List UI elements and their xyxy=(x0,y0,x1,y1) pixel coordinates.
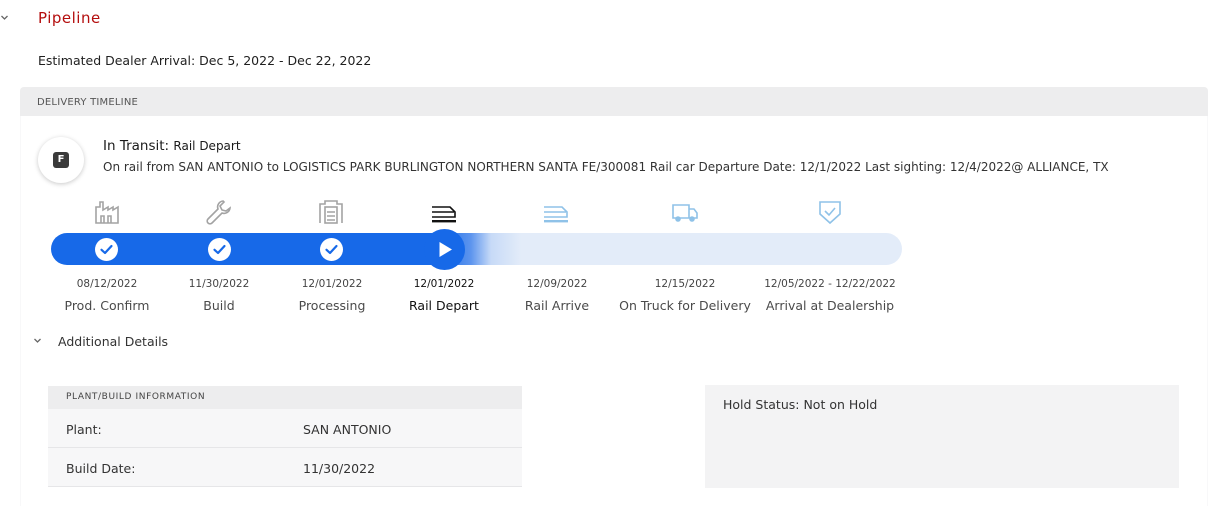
processing-icon xyxy=(317,198,345,226)
additional-details-toggle[interactable]: Additional Details xyxy=(58,334,168,349)
estimated-arrival: Estimated Dealer Arrival: Dec 5, 2022 - … xyxy=(38,53,372,68)
status-prefix: In Transit: xyxy=(103,138,170,154)
step-label: Arrival at Dealership xyxy=(765,298,895,313)
brand-logo-icon: F xyxy=(53,152,69,168)
check-icon xyxy=(320,238,343,261)
collapse-chevron-icon[interactable] xyxy=(0,13,9,22)
factory-icon xyxy=(93,198,121,226)
row-value: SAN ANTONIO xyxy=(303,422,392,437)
delivery-timeline-title: DELIVERY TIMELINE xyxy=(37,97,139,108)
step-date: 12/15/2022 xyxy=(654,278,716,290)
collapse-chevron-icon[interactable] xyxy=(33,336,42,345)
plant-build-table: PLANT/BUILD INFORMATION Plant: SAN ANTON… xyxy=(48,386,522,487)
delivery-timeline-header: DELIVERY TIMELINE xyxy=(20,87,1208,116)
status-stage: Rail Depart xyxy=(173,139,241,153)
plant-build-header: PLANT/BUILD INFORMATION xyxy=(48,386,522,409)
section-title: Pipeline xyxy=(38,9,101,27)
check-icon xyxy=(95,238,118,261)
truck-icon xyxy=(671,198,699,226)
play-icon xyxy=(424,229,465,270)
table-row: Build Date: 11/30/2022 xyxy=(48,448,522,487)
status-detail: On rail from SAN ANTONIO to LOGISTICS PA… xyxy=(103,160,1109,174)
hold-status-panel: Hold Status: Not on Hold xyxy=(705,385,1179,488)
shield-check-icon xyxy=(816,198,844,226)
row-key: Plant: xyxy=(66,422,102,437)
train-icon xyxy=(430,198,458,226)
row-key: Build Date: xyxy=(66,461,136,476)
row-value: 11/30/2022 xyxy=(303,461,376,476)
table-row: Plant: SAN ANTONIO xyxy=(48,409,522,448)
step-label: On Truck for Delivery xyxy=(619,298,751,313)
progress-track xyxy=(51,233,902,265)
hold-status: Hold Status: Not on Hold xyxy=(723,397,878,412)
step-date: 12/05/2022 - 12/22/2022 xyxy=(764,278,896,290)
step-date: 12/09/2022 xyxy=(526,278,588,290)
check-icon xyxy=(208,238,231,261)
train-icon xyxy=(542,198,570,226)
status-avatar: F xyxy=(38,137,84,183)
status-title: In Transit: Rail Depart xyxy=(103,138,241,154)
wrench-icon xyxy=(205,198,233,226)
